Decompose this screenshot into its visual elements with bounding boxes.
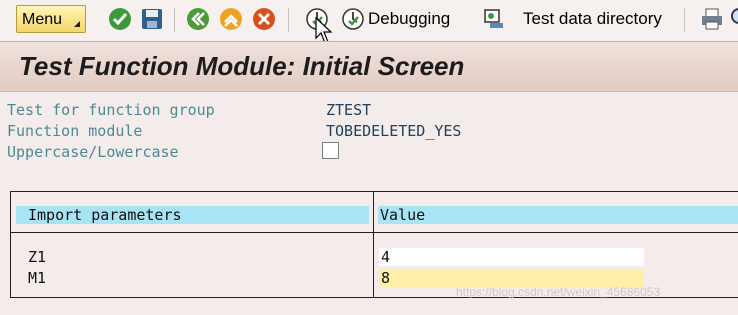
watermark-text: https://blog.csdn.net/weixin_45686053 — [456, 285, 661, 299]
menu-button[interactable]: Menu — [16, 5, 86, 33]
debugging-button[interactable]: Debugging — [368, 9, 450, 29]
enter-check-icon[interactable] — [108, 7, 132, 31]
uppercase-lowercase-label: Uppercase/Lowercase — [7, 143, 179, 161]
print-icon[interactable] — [700, 7, 724, 31]
column-divider — [373, 192, 374, 297]
function-group-value: ZTEST — [326, 101, 372, 119]
param-name-z1: Z1 — [28, 248, 47, 266]
test-data-directory-icon[interactable] — [482, 7, 506, 31]
debugging-icon[interactable] — [341, 7, 365, 31]
param-value-z1-field[interactable]: 4 — [379, 248, 644, 266]
toolbar-separator — [684, 8, 685, 32]
back-icon[interactable] — [186, 7, 210, 31]
param-value-z1: 4 — [381, 248, 391, 266]
function-module-value: TOBEDELETED_YES — [326, 122, 462, 140]
function-group-label: Test for function group — [7, 101, 215, 119]
save-icon[interactable] — [140, 7, 164, 31]
find-icon[interactable] — [730, 7, 738, 31]
import-parameters-header-label: Import parameters — [28, 206, 182, 224]
application-toolbar: Menu Debugging Test data directory — [0, 0, 738, 44]
page-title: Test Function Module: Initial Screen — [19, 51, 465, 81]
menu-label: Menu — [22, 11, 63, 28]
exit-icon[interactable] — [219, 7, 243, 31]
cancel-icon[interactable] — [252, 7, 276, 31]
header-divider — [11, 232, 738, 233]
value-header-label: Value — [380, 206, 426, 224]
import-parameters-header: Import parameters — [16, 206, 369, 224]
param-name-m1: M1 — [28, 269, 47, 287]
import-parameters-table: Import parameters Value Z1 4 M1 8 — [10, 191, 738, 298]
value-header: Value — [378, 206, 738, 224]
uppercase-lowercase-checkbox[interactable] — [322, 142, 339, 159]
param-value-m1: 8 — [381, 269, 391, 287]
toolbar-separator — [174, 8, 175, 32]
toolbar-separator — [288, 8, 289, 32]
title-bar: Test Function Module: Initial Screen — [0, 41, 738, 92]
test-data-directory-button[interactable]: Test data directory — [523, 9, 662, 29]
menu-dropdown-icon — [74, 21, 80, 27]
function-module-label: Function module — [7, 122, 143, 140]
